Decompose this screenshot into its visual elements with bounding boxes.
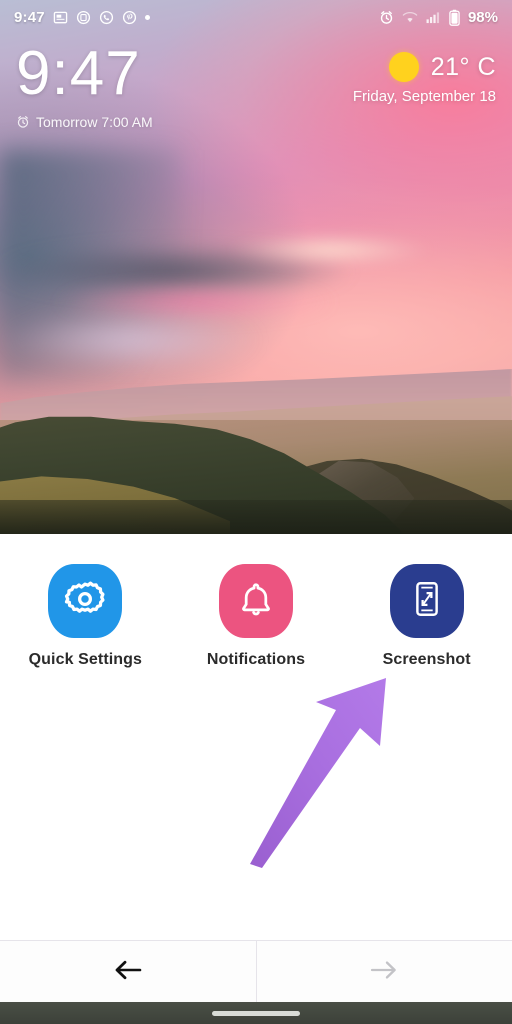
shortcut-sheet: Quick Settings Notifications Screenshot [0,534,512,940]
shortcut-screenshot[interactable]: Screenshot [357,564,497,669]
message-circle-icon [76,10,91,25]
gear-icon [62,576,108,627]
battery-icon [449,9,460,26]
home-indicator-bar[interactable] [212,1010,300,1016]
bell-icon [234,577,278,626]
home-indicator-strip [0,1002,512,1024]
cloud-band [210,228,450,272]
back-button[interactable] [0,941,256,1003]
quick-settings-icon-tile[interactable] [48,564,123,638]
arrow-left-icon [113,958,143,987]
sun-icon [388,52,419,82]
clock-widget[interactable]: 9:47 Tomorrow 7:00 AM [16,39,153,131]
weather-top-row: 21° C [353,52,496,82]
wifi-icon [402,11,418,24]
shortcut-notifications[interactable]: Notifications [186,564,326,669]
alarm-icon [379,10,394,25]
pinterest-icon [122,10,137,25]
shortcut-label-quick-settings: Quick Settings [28,651,143,668]
forward-button[interactable] [257,941,512,1003]
status-bar: 9:47 98% [0,0,512,34]
cloud-band [0,300,280,380]
bottom-navigation-bar [0,940,512,1003]
phone-screen: 9:47 98% 9:47 Tomorrow 7:00 AM 21° C Fri… [0,0,512,1024]
status-time: 9:47 [14,8,45,26]
alarm-text: Tomorrow 7:00 AM [36,114,153,130]
weather-date: Friday, September 18 [352,88,496,105]
alarm-clock-icon [16,115,30,129]
whatsapp-icon [99,10,114,25]
screenshot-icon-tile[interactable] [389,564,464,638]
screenshot-phone-icon [406,578,448,625]
status-right-group: 98% [379,9,498,26]
alarm-row: Tomorrow 7:00 AM [16,114,153,130]
foreground-shadow [0,500,512,534]
shortcut-label-screenshot: Screenshot [382,651,471,668]
shortcut-row: Quick Settings Notifications Screenshot [0,564,512,669]
battery-percentage: 98% [467,8,498,26]
signal-icon [426,11,441,24]
weather-widget[interactable]: 21° C Friday, September 18 [353,52,496,105]
status-left-group: 9:47 [14,9,150,26]
notification-dot-icon [144,14,150,20]
news-icon [53,10,68,25]
notifications-icon-tile[interactable] [218,564,293,638]
shortcut-label-notifications: Notifications [206,651,306,668]
weather-temperature: 21° C [430,52,496,81]
arrow-right-icon [369,958,399,987]
clock-time: 9:47 [16,39,141,108]
shortcut-quick-settings[interactable]: Quick Settings [15,564,155,669]
